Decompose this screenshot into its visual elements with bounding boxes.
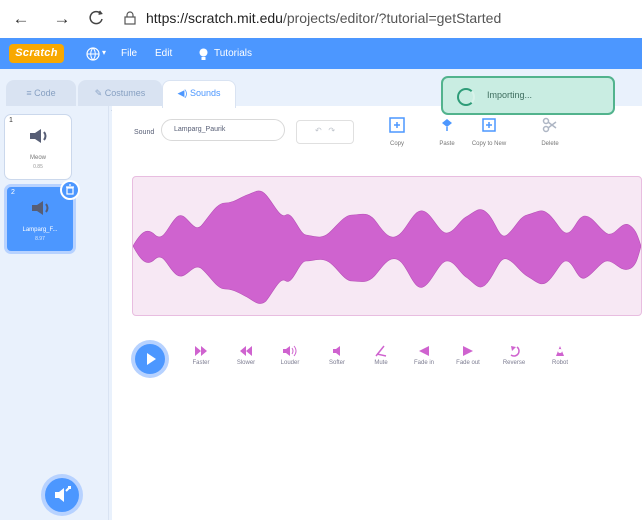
effect-louder[interactable]: Louder [271, 345, 309, 366]
copy-to-new-button[interactable]: Copy to New [469, 116, 509, 154]
tab-sounds[interactable]: ◀) Sounds [162, 80, 236, 108]
tab-costumes-label: Costumes [104, 88, 146, 98]
forward-button[interactable]: → [52, 9, 72, 29]
slower-icon [240, 346, 252, 356]
effect-robot[interactable]: Robot [541, 345, 579, 366]
paste-icon [442, 119, 452, 131]
effect-label: Faster [192, 360, 210, 366]
sound-name: Lamparg_F... [22, 227, 58, 233]
speaker-icon [30, 129, 47, 143]
copy-to-new-label: Copy to New [471, 141, 507, 147]
sound-duration: 8.97 [35, 236, 45, 242]
effect-label: Louder [280, 360, 300, 366]
waveform-chart [132, 190, 642, 304]
effect-label: Mute [374, 360, 388, 366]
effect-label: Robot [551, 360, 568, 366]
undo-icon[interactable]: ↶ [315, 126, 322, 135]
scissors-icon [542, 117, 557, 133]
globe-icon[interactable] [86, 47, 100, 61]
url-host: https://scratch.mit.edu [146, 10, 283, 26]
sound-duration: 0.85 [33, 164, 43, 170]
copy-icon [389, 117, 405, 133]
sound-name-label: Sound [134, 129, 155, 136]
fade-out-icon [463, 346, 473, 356]
lock-icon [124, 11, 136, 25]
effect-label: Softer [328, 360, 345, 366]
softer-icon [333, 346, 340, 356]
tutorials-menu[interactable]: Tutorials [214, 38, 252, 69]
waveform-display[interactable] [132, 176, 642, 316]
reload-button[interactable] [86, 9, 106, 29]
choose-sound-button[interactable] [45, 478, 79, 512]
play-button[interactable] [135, 344, 165, 374]
effect-label: Fade in [413, 360, 434, 366]
effect-label: Slower [236, 360, 256, 366]
speaker-icon [32, 201, 49, 215]
sound-number: 1 [9, 117, 13, 124]
effect-reverse[interactable]: Reverse [495, 345, 533, 366]
language-chevron-icon[interactable]: ▾ [102, 48, 106, 57]
speaker-icon: ◀) [177, 88, 188, 98]
importing-text: Importing... [487, 90, 533, 100]
effect-fade-in[interactable]: Fade in [405, 345, 443, 366]
file-menu[interactable]: File [121, 38, 137, 69]
address-bar[interactable]: https://scratch.mit.edu/projects/editor/… [146, 10, 501, 26]
sound-card-selected[interactable]: 2 Lamparg_F... 8.97 [4, 180, 80, 254]
trash-icon [66, 184, 74, 195]
effect-fade-out[interactable]: Fade out [449, 345, 487, 366]
redo-icon[interactable]: ↷ [328, 126, 335, 135]
delete-label: Delete [541, 141, 559, 147]
back-button[interactable]: ← [11, 9, 31, 29]
effect-faster[interactable]: Faster [182, 345, 220, 366]
brush-icon: ✎ [94, 88, 103, 98]
reverse-icon [510, 346, 520, 357]
sound-list: 1 Meow 0.85 2 Lamparg_F... 8.97 [0, 106, 109, 520]
faster-icon [195, 346, 207, 356]
effect-label: Reverse [502, 360, 526, 366]
sound-name-input[interactable]: Lamparg_Paurik [161, 119, 285, 141]
effect-softer[interactable]: Softer [318, 345, 356, 366]
url-path: /projects/editor/?tutorial=getStarted [282, 10, 502, 26]
tab-costumes[interactable]: ✎ Costumes [78, 80, 162, 106]
effect-label: Fade out [456, 360, 480, 366]
tab-sounds-label: Sounds [189, 88, 221, 98]
scratch-menu-bar: Scratch ▾ File Edit Tutorials [0, 38, 642, 69]
scratch-logo[interactable]: Scratch [9, 44, 64, 63]
sound-number: 2 [11, 189, 15, 196]
robot-icon [556, 346, 564, 356]
fade-in-icon [419, 346, 429, 356]
browser-toolbar: ← → https://scratch.mit.edu/projects/edi… [0, 0, 642, 39]
mute-icon [375, 345, 387, 357]
reload-icon [89, 10, 103, 25]
effect-mute[interactable]: Mute [362, 345, 400, 366]
lightbulb-icon [199, 48, 208, 60]
effect-slower[interactable]: Slower [227, 345, 265, 366]
paste-button[interactable]: Paste [427, 116, 467, 154]
sound-card-meow[interactable]: 1 Meow 0.85 [4, 114, 72, 180]
add-sound-icon [55, 486, 71, 502]
delete-sound-button[interactable] [60, 180, 80, 200]
edit-menu[interactable]: Edit [155, 38, 172, 69]
waveform-path [132, 190, 642, 304]
loading-spinner-icon [457, 88, 475, 106]
copy-button[interactable]: Copy [377, 116, 417, 154]
sound-name: Meow [29, 155, 46, 161]
tab-code-label: Code [34, 88, 56, 98]
louder-icon [283, 345, 297, 357]
importing-alert: Importing... [441, 76, 615, 115]
code-icon: ≡ [26, 88, 32, 98]
tab-code[interactable]: ≡ Code [6, 80, 76, 106]
sound-editor-panel: Sound Lamparg_Paurik ↶ ↷ Copy Paste Copy… [112, 106, 642, 520]
undo-redo-buttons[interactable]: ↶ ↷ [296, 120, 354, 144]
copy-label: Copy [389, 141, 404, 147]
delete-button[interactable]: Delete [530, 116, 570, 154]
play-icon [147, 353, 156, 365]
copy-to-new-icon [482, 118, 496, 132]
